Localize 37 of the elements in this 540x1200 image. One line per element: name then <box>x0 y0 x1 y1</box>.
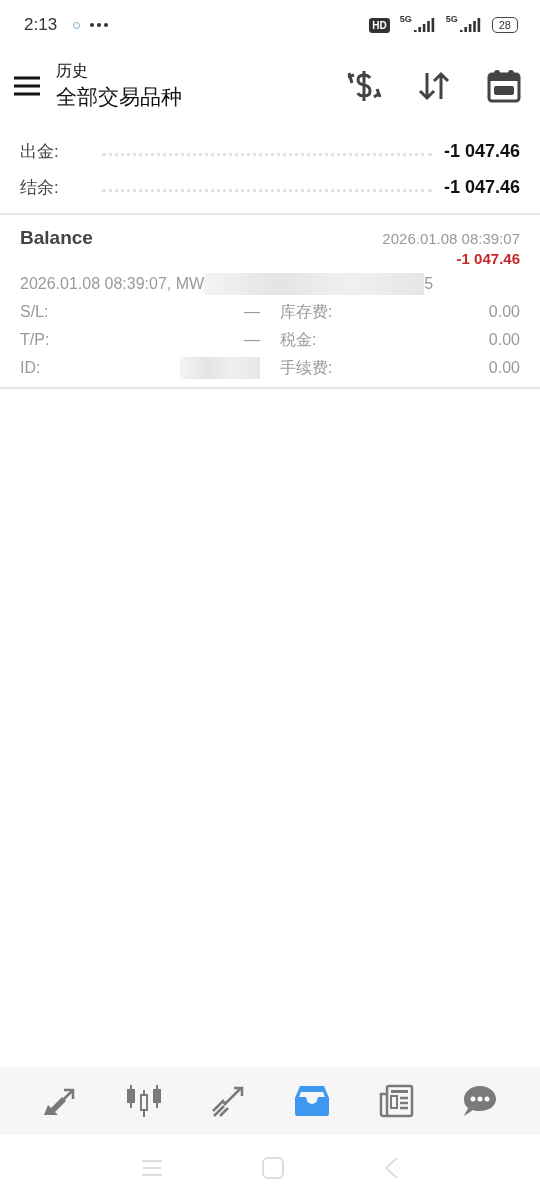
status-time: 2:13 <box>24 15 58 35</box>
screen-title[interactable]: 全部交易品种 <box>56 83 182 111</box>
battery-level: 28 <box>491 17 518 33</box>
field-label: T/P: <box>20 331 50 349</box>
inbox-icon <box>294 1085 330 1117</box>
deal-time: 2026.01.08 08:39:07 <box>382 230 520 247</box>
chat-icon <box>462 1084 498 1118</box>
network-type: 5G <box>445 14 458 24</box>
deal-comment: 2026.01.08 08:39:07, MW <box>20 275 205 293</box>
trend-icon <box>211 1085 245 1117</box>
deal-type: Balance <box>20 227 93 249</box>
summary-value: -1 047.46 <box>443 177 520 198</box>
deal-amount: -1 047.46 <box>456 250 520 267</box>
summary-label: 出金: <box>20 141 60 163</box>
hd-badge: HD <box>369 17 390 33</box>
field-value: 0.00 <box>488 331 520 349</box>
candlestick-icon <box>126 1084 162 1118</box>
network-type: 5G <box>399 14 412 24</box>
summary-value: -1 047.46 <box>443 141 520 162</box>
field-label: ID: <box>20 359 41 377</box>
field-label: 库存费: <box>280 301 333 322</box>
newspaper-icon <box>378 1084 414 1118</box>
signal-icon <box>459 18 482 32</box>
field-label: 税金: <box>280 329 317 350</box>
signal-icon <box>413 18 436 32</box>
deal-card[interactable]: Balance 2026.01.08 08:39:07 -1 047.46 2026.01.08 08:39:07, MW 5 S/L: — T/P: — ID: 库存费: 0.00 税金: 0.00 手续费: 0.00 <box>0 215 540 389</box>
field-value: 0.00 <box>488 303 520 321</box>
field-value: — <box>244 303 260 321</box>
summary-label: 结余: <box>20 177 60 199</box>
menu-icon[interactable] <box>14 76 40 96</box>
field-label: 手续费: <box>280 357 333 378</box>
field-label: S/L: <box>20 303 49 321</box>
field-value: 0.00 <box>488 359 520 377</box>
screen-subtitle: 历史 <box>56 61 89 81</box>
deal-comment-end: 5 <box>424 275 434 293</box>
field-value: — <box>244 331 260 349</box>
more-icon <box>90 23 109 27</box>
